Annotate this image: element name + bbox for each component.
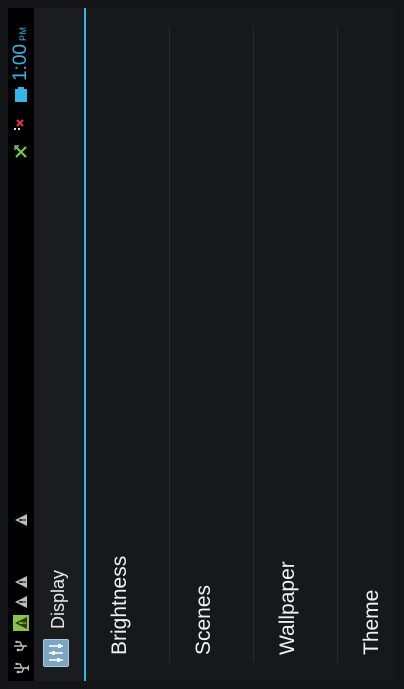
settings-item-label: Scenes — [192, 584, 215, 655]
battery-icon — [15, 87, 27, 102]
page-title: Display — [48, 569, 68, 629]
no-signal-icon — [14, 145, 27, 158]
settings-item-label: Wallpaper — [276, 561, 299, 655]
settings-item-brightness[interactable]: Brightness — [86, 8, 170, 681]
warning-icon — [15, 596, 27, 608]
device-frame: 1:00 PM Display Brightness Scenes Wallpap… — [0, 0, 404, 689]
settings-item-theme[interactable]: Theme — [338, 8, 396, 681]
settings-item-wallpaper[interactable]: Wallpaper — [254, 8, 338, 681]
settings-item-label: Brightness — [108, 555, 131, 655]
action-bar: Display — [34, 8, 84, 681]
status-time: 1:00 PM — [8, 27, 34, 81]
android-debug-icon — [13, 615, 29, 631]
settings-item-label: Theme — [360, 589, 383, 655]
settings-item-scenes[interactable]: Scenes — [170, 8, 254, 681]
status-time-ampm: PM — [18, 26, 28, 42]
display-settings-icon[interactable] — [43, 639, 69, 667]
status-time-value: 1:00 — [10, 44, 31, 81]
usb-icon — [14, 662, 29, 674]
screen: 1:00 PM Display Brightness Scenes Wallpap… — [0, 0, 404, 689]
usb-icon — [14, 640, 27, 652]
settings-list: Brightness Scenes Wallpaper Theme — [86, 8, 396, 681]
no-data-icon — [14, 119, 24, 130]
status-bar: 1:00 PM — [8, 8, 34, 681]
warning-icon — [15, 576, 27, 588]
warning-icon — [15, 514, 27, 526]
